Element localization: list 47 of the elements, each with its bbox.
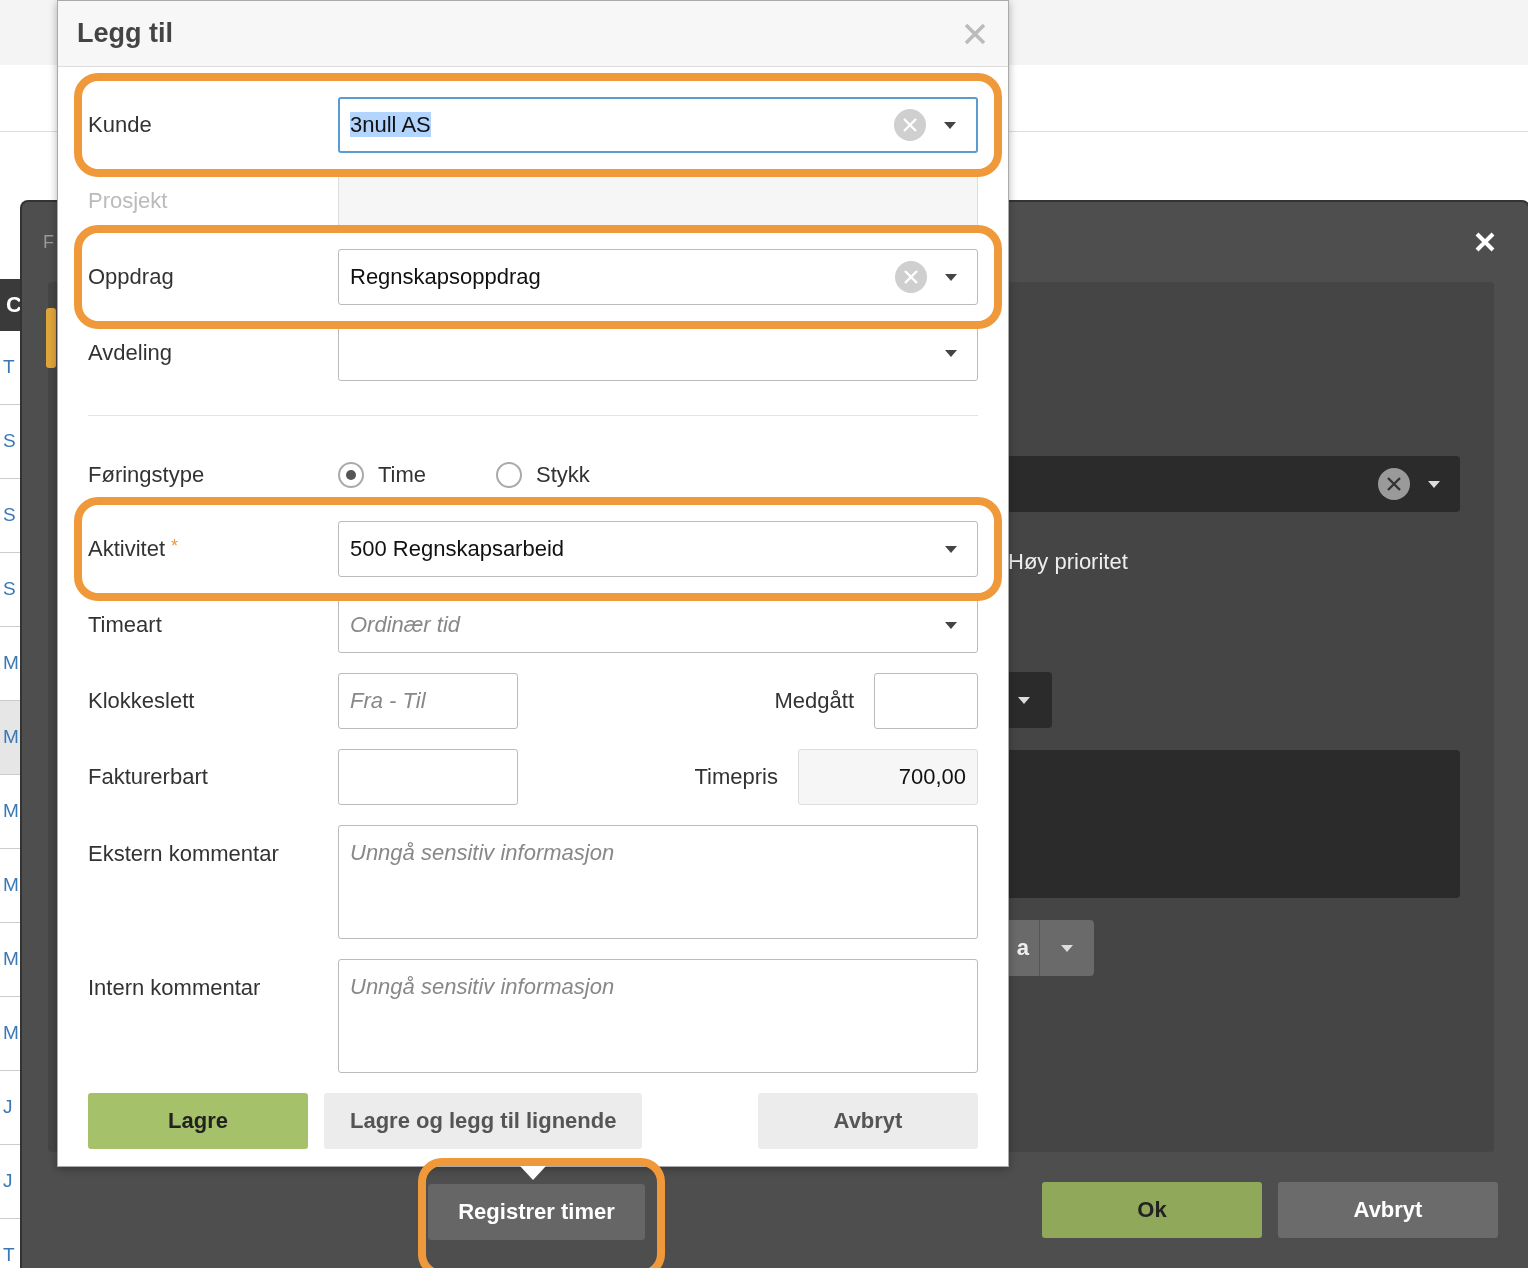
list-item[interactable]: M [0,701,22,775]
select-field[interactable]: 3null AS [338,97,978,153]
input-field[interactable] [338,749,518,805]
clear-icon[interactable] [1378,468,1410,500]
radio-option[interactable]: Time [338,462,427,488]
field-label: Prosjekt [88,188,169,214]
caret-icon [1428,480,1440,488]
field-label: Medgått [774,688,854,714]
field-label: Timepris [694,764,778,790]
field-label: Føringstype [88,462,206,488]
select-field[interactable]: 500 Regnskapsarbeid [338,521,978,577]
checkbox-label: Høy prioritet [1008,549,1128,575]
save-button[interactable]: Lagre [88,1093,308,1149]
input-field[interactable]: 700,00 [798,749,978,805]
field-label: Fakturerbart [88,764,209,790]
tab-marker [46,308,56,368]
caret-icon [945,349,957,357]
register-button[interactable]: Registrer timer [428,1184,645,1240]
dialog-title: Legg til [77,18,173,49]
input-field[interactable]: Fra - Til [338,673,518,729]
caret-icon [945,621,957,629]
radio-button[interactable] [496,462,523,488]
field-label: Kunde [88,112,153,138]
dropdown-button[interactable] [1039,920,1094,976]
cancel-button[interactable]: Avbryt [1278,1182,1498,1238]
ok-button[interactable]: Ok [1042,1182,1262,1238]
radio-option[interactable]: Stykk [496,462,590,488]
field-label: Avdeling [88,340,173,366]
field-label: Aktivitet * [88,536,180,562]
select-field[interactable]: Regnskapsoppdrag [338,249,978,305]
dialog-title: F [43,231,54,253]
cancel-button[interactable]: Avbryt [758,1093,978,1149]
radio-button[interactable] [338,462,364,488]
field-label: Klokkeslett [88,688,196,714]
caret-icon [945,545,957,553]
comment-field[interactable]: Unngå sensitiv informasjon [338,825,978,939]
field-label: Oppdrag [88,264,175,290]
caret-icon [1061,944,1073,952]
list-header: C [0,279,22,331]
caret-icon [1018,696,1030,704]
save-and-add-button[interactable]: Lagre og legg til lignende [324,1093,643,1149]
input-field[interactable] [874,673,978,729]
caret-icon [944,121,956,129]
comment-field[interactable]: Unngå sensitiv informasjon [338,959,978,1073]
field-label: Ekstern kommentar [88,840,280,867]
field-label: Intern kommentar [88,974,262,1001]
field-label: Timeart [88,612,163,638]
